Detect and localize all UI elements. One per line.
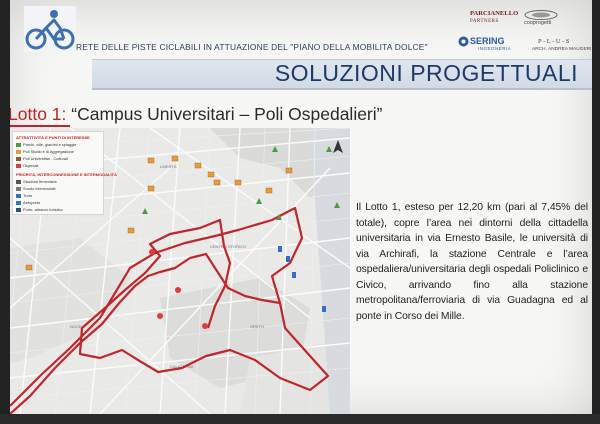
study-center-icon [25,264,33,271]
slide-header: RETE DELLE PISTE CICLABILI IN ATTUAZIONE… [10,0,592,62]
screen-border-left [0,0,10,424]
map-label: NOCE [70,324,82,329]
partner-parcianello-logo: PARCIANELLO PARTNERS [470,10,519,24]
legend-item: Ospedali [16,163,38,168]
hospital-icon [175,287,181,293]
partner-plus-sub: ARCH. ANDREA MAUGERI [532,47,592,52]
partner-cooprogetti: cooprogetti [524,20,552,26]
park-icon [16,142,21,147]
map-label: CENTRO STORICO [210,244,246,249]
map-label: LIBERTÀ [160,164,177,169]
tram-icon [278,246,282,252]
lotto-label: Lotto 1: [8,104,67,124]
legend-item: Porto, attracco turistico [16,207,63,212]
tram-icon [322,306,326,312]
legend-item: Poli Universitari - Culturali [16,156,68,161]
tram-icon [16,193,21,198]
cooprogetti-logo-icon [524,10,558,20]
partner-logos: PARCIANELLO PARTNERS cooprogetti SERING … [448,8,598,58]
study-center-icon [207,171,215,178]
tram-icon [292,272,296,278]
partner-plus: P-L-U-S [538,38,571,45]
study-center-icon [171,155,179,162]
legend-item: Aeroporto [16,200,40,205]
study-center-icon [213,179,221,186]
partner-sering: SERING [470,36,505,46]
intermodal-hub-icon [16,186,21,191]
legend-item: Stazione ferroviaria [16,179,57,184]
legend-item: Poli Studio e di Aggregazione [16,149,74,154]
study-center-icon [127,227,135,234]
tram-icon [286,256,290,262]
map-legend: ATTRATTIVITÀ E PUNTI DI INTERESSE Parchi… [12,131,117,215]
lotto-underline [8,125,70,127]
title-band: SOLUZIONI PROGETTUALI [92,59,592,90]
hospital-icon [202,323,208,329]
slide-title: SOLUZIONI PROGETTUALI [274,60,578,86]
hospital-icon [157,313,163,319]
study-center-icon [285,167,293,174]
legend-heading-intermodality: PRIORITÀ, INTERCONNESSIONE E INTERMODALI… [16,172,117,177]
bicycle-logo-icon [24,6,76,52]
train-station-icon [16,179,21,184]
screen-border-right [592,0,600,424]
lotto-name: “Campus Universitari – Poli Ospedalieri” [71,104,383,124]
partner-sering-sub: INGEGNERIA [478,46,512,51]
study-center-icon [265,187,273,194]
study-center-icon [234,179,242,186]
sering-logo-icon [458,36,469,47]
study-center-icon [194,162,202,169]
lotto-description: Il Lotto 1, esteso per 12,20 km (pari al… [356,202,588,322]
presentation-slide: RETE DELLE PISTE CICLABILI IN ATTUAZIONE… [0,0,600,424]
legend-item: Tram [16,193,32,198]
port-icon [16,207,21,212]
legend-heading-attractions: ATTRATTIVITÀ E PUNTI DI INTERESSE [16,135,90,140]
hospital-icon [16,163,21,168]
legend-item: Snodo intermodale [16,186,56,191]
lotto-heading: Lotto 1: “Campus Universitari – Poli Osp… [8,104,382,125]
screen-border-bottom [0,414,600,424]
airport-icon [16,200,21,205]
map-label: ORETO [250,324,264,329]
study-center-icon [16,149,21,154]
legend-item: Parchi, ville, giardini e spiaggie [16,142,76,147]
study-center-icon [147,185,155,192]
study-center-icon [147,157,155,164]
header-title: RETE DELLE PISTE CICLABILI IN ATTUAZIONE… [76,42,428,52]
university-icon [16,156,21,161]
hospital-icon [149,249,155,255]
